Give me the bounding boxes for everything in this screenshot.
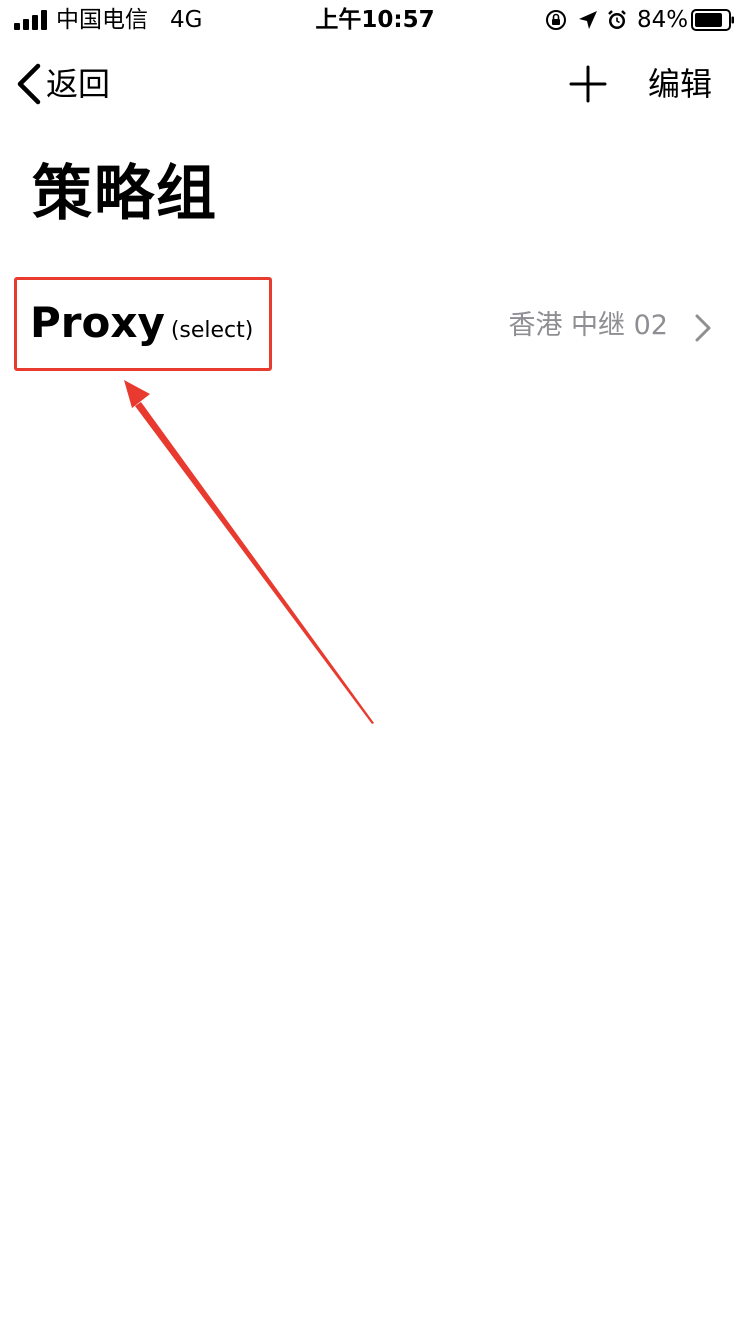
back-button[interactable]: 返回 [14, 58, 110, 110]
plus-icon[interactable] [568, 64, 608, 104]
group-type: (select) [170, 318, 254, 343]
orientation-lock-icon [546, 10, 566, 30]
location-arrow-icon [579, 11, 597, 29]
selected-policy: 香港 中继 02 [508, 310, 668, 341]
chevron-right-icon [695, 314, 711, 342]
status-icons [546, 10, 626, 30]
annotation-arrow [124, 380, 374, 724]
battery-icon [691, 9, 734, 31]
group-name-text: Proxy [30, 298, 165, 347]
page-title: 策略组 [32, 159, 218, 229]
back-label: 返回 [46, 65, 111, 103]
edit-button[interactable]: 编辑 [648, 62, 712, 106]
battery-percent: 84% [637, 7, 689, 33]
status-bar: 中国电信 4G 上午10:57 84% [0, 0, 750, 40]
policy-group-row[interactable]: Proxy (select) 香港 中继 02 [0, 278, 750, 370]
alarm-icon [608, 10, 626, 29]
chevron-left-icon [17, 63, 41, 105]
group-name: Proxy (select) [30, 296, 253, 358]
